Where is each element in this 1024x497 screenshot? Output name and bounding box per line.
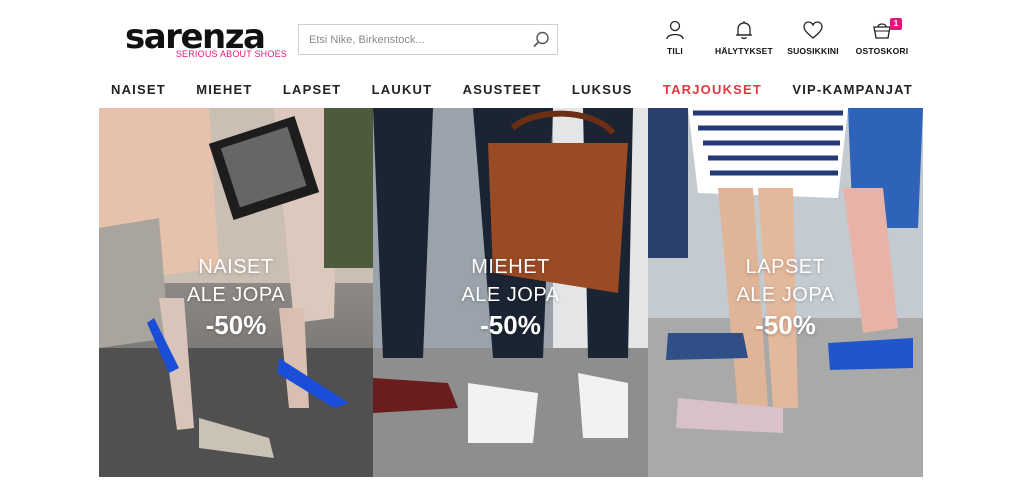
favorites-link[interactable]: SUOSIKKINI — [773, 20, 853, 64]
user-icon — [666, 20, 684, 40]
banner-kids-caption: LAPSET ALE JOPA -50% — [648, 253, 923, 341]
banner-kids-subtitle: ALE JOPA — [736, 284, 835, 306]
cart-count-badge: 1 — [890, 18, 902, 30]
nav-item-laukut[interactable]: LAUKUT — [372, 82, 433, 97]
banner-kids-title: LAPSET — [745, 256, 826, 278]
favorites-label: SUOSIKKINI — [787, 46, 839, 56]
nav-item-tarjoukset[interactable]: TARJOUKSET — [663, 82, 762, 97]
account-label: TILI — [667, 46, 683, 56]
account-link[interactable]: TILI — [635, 20, 715, 64]
banner-men-sale[interactable]: MIEHET ALE JOPA -50% — [373, 108, 648, 477]
search-input[interactable] — [309, 30, 519, 50]
bell-icon — [736, 21, 752, 40]
banner-women-sale[interactable]: NAISET ALE JOPA -50% — [99, 108, 373, 477]
alerts-label: HÄLYTYKSET — [715, 46, 773, 56]
banner-men-caption: MIEHET ALE JOPA -50% — [373, 253, 648, 341]
main-navigation: NAISET MIEHET LAPSET LAUKUT ASUSTEET LUK… — [99, 76, 923, 102]
sarenza-logo[interactable]: sarenza SERIOUS ABOUT SHOES — [125, 18, 290, 62]
banner-men-title: MIEHET — [471, 256, 550, 278]
banner-women-subtitle: ALE JOPA — [186, 284, 286, 306]
site-header: sarenza SERIOUS ABOUT SHOES TILI HÄLYTYK… — [0, 0, 1024, 72]
nav-item-asusteet[interactable]: ASUSTEET — [463, 82, 542, 97]
banner-kids-discount: -50% — [755, 310, 816, 340]
cart-link[interactable]: 1 OSTOSKORI — [842, 18, 922, 64]
search-box — [298, 24, 558, 55]
banner-men-subtitle: ALE JOPA — [461, 284, 560, 306]
promo-banner: NAISET ALE JOPA -50% MIEHET ALE JOPA -50… — [99, 108, 923, 477]
banner-women-title: NAISET — [198, 256, 274, 278]
nav-item-lapset[interactable]: LAPSET — [283, 82, 341, 97]
nav-item-naiset[interactable]: NAISET — [111, 82, 166, 97]
banner-women-discount: -50% — [205, 310, 267, 340]
banner-men-discount: -50% — [480, 310, 541, 340]
nav-item-miehet[interactable]: MIEHET — [196, 82, 252, 97]
cart-label: OSTOSKORI — [855, 46, 909, 56]
search-icon[interactable] — [531, 30, 551, 50]
nav-item-vip-kampanjat[interactable]: VIP-KAMPANJAT — [792, 82, 913, 97]
nav-item-luksus[interactable]: LUKSUS — [572, 82, 633, 97]
logo-tagline: SERIOUS ABOUT SHOES — [175, 49, 287, 59]
banner-kids-sale[interactable]: LAPSET ALE JOPA -50% — [648, 108, 923, 477]
banner-women-caption: NAISET ALE JOPA -50% — [99, 253, 373, 341]
alerts-link[interactable]: HÄLYTYKSET — [704, 20, 784, 64]
heart-icon — [803, 21, 823, 39]
